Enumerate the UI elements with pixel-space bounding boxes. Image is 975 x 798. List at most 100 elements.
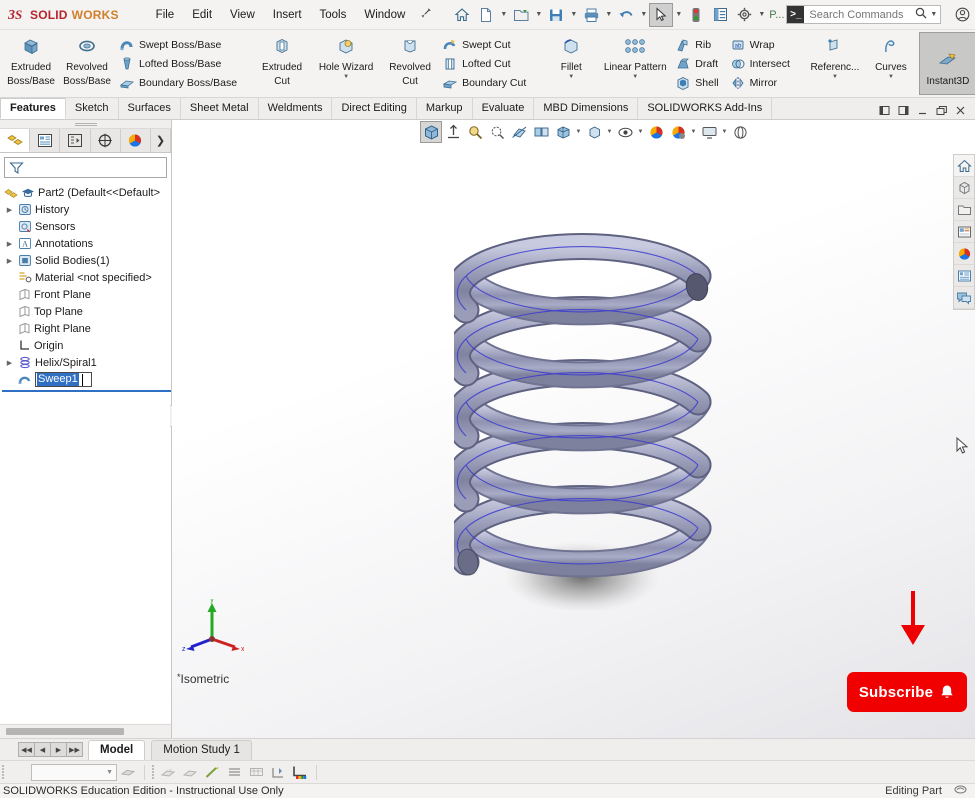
- view-orientation-icon[interactable]: [530, 121, 552, 143]
- tree-item-sweep1[interactable]: Sweep1: [2, 371, 171, 388]
- revolved-cut-button[interactable]: Revolved Cut: [382, 32, 438, 95]
- zoom-to-area-icon[interactable]: [442, 121, 464, 143]
- document-minimize-icon[interactable]: [914, 102, 931, 119]
- tree-horizontal-scrollbar[interactable]: [0, 724, 171, 738]
- measure-icon[interactable]: [267, 762, 289, 782]
- full-screen-caret-icon[interactable]: ▼: [720, 121, 729, 143]
- view-settings-icon[interactable]: [667, 121, 689, 143]
- tab-surfaces[interactable]: Surfaces: [119, 98, 181, 119]
- shell-button[interactable]: Shell: [673, 73, 723, 92]
- lofted-cut-button[interactable]: Lofted Cut: [440, 54, 531, 73]
- options-gear-icon[interactable]: [732, 3, 756, 27]
- menu-tools[interactable]: Tools: [311, 5, 356, 25]
- display-style-icon[interactable]: [552, 121, 574, 143]
- first-tab-button[interactable]: ◀◀: [18, 742, 35, 757]
- tab-direct-editing[interactable]: Direct Editing: [332, 98, 417, 119]
- graphics-viewport[interactable]: ▼ ▼ ▼ ▼ ▼ y x z *Isometric Subscribe: [172, 120, 975, 738]
- lofted-boss-base-button[interactable]: Lofted Boss/Base: [117, 54, 242, 73]
- more-tabs-chevron-right-icon[interactable]: ❯: [151, 129, 172, 152]
- edit-color-icon[interactable]: [201, 762, 223, 782]
- search-command-icon[interactable]: >_: [787, 6, 805, 23]
- quick-access-overflow[interactable]: P...: [767, 9, 786, 21]
- home-icon[interactable]: [450, 3, 474, 27]
- open-document-icon[interactable]: [509, 3, 533, 27]
- tab-solidworks-add-ins[interactable]: SOLIDWORKS Add-Ins: [638, 98, 773, 119]
- zoom-to-fit-icon[interactable]: [420, 121, 442, 143]
- hole-wizard-button[interactable]: Hole Wizard ▼: [310, 32, 382, 95]
- previous-view-icon[interactable]: [486, 121, 508, 143]
- draft-button[interactable]: Draft: [673, 54, 723, 73]
- property-manager-tab[interactable]: [30, 129, 61, 152]
- tab-model[interactable]: Model: [88, 739, 146, 760]
- solidworks-forum-icon[interactable]: [954, 287, 974, 309]
- print-icon[interactable]: [579, 3, 603, 27]
- tab-markup[interactable]: Markup: [417, 98, 473, 119]
- new-document-caret-icon[interactable]: ▼: [498, 3, 509, 27]
- apply-scene-icon[interactable]: [645, 121, 667, 143]
- appearance-sphere-icon[interactable]: [729, 121, 751, 143]
- solidworks-resources-icon[interactable]: [954, 155, 974, 177]
- tree-root-part[interactable]: Part2 (Default<<Default>: [2, 184, 171, 201]
- swept-cut-button[interactable]: Swept Cut: [440, 35, 531, 54]
- magnifier-icon[interactable]: [912, 7, 930, 22]
- file-properties-icon[interactable]: [708, 3, 732, 27]
- tab-weldments[interactable]: Weldments: [259, 98, 333, 119]
- fillet-caret-icon[interactable]: ▼: [568, 74, 574, 80]
- tab-sketch[interactable]: Sketch: [66, 98, 119, 119]
- view-palette-icon[interactable]: [954, 221, 974, 243]
- tab-mbd-dimensions[interactable]: MBD Dimensions: [534, 98, 639, 119]
- rebuild-icon[interactable]: [684, 3, 708, 27]
- open-document-caret-icon[interactable]: ▼: [533, 3, 544, 27]
- tree-item-top-plane[interactable]: Top Plane: [2, 303, 171, 320]
- reference-geometry-button[interactable]: Referenc... ▼: [807, 32, 863, 95]
- search-input[interactable]: [804, 7, 913, 22]
- file-explorer-icon[interactable]: [954, 199, 974, 221]
- configuration-manager-tab[interactable]: [60, 129, 91, 152]
- tree-item-solid-bodies[interactable]: ▶ Solid Bodies(1): [2, 252, 171, 269]
- tree-item-history[interactable]: ▶ History: [2, 201, 171, 218]
- swept-boss-base-button[interactable]: Swept Boss/Base: [117, 35, 242, 54]
- hide-show-items-icon[interactable]: [583, 121, 605, 143]
- tab-sheet-metal[interactable]: Sheet Metal: [181, 98, 259, 119]
- toolbar-grip-2[interactable]: [152, 764, 155, 780]
- helical-spring-model[interactable]: [454, 210, 714, 610]
- feature-manager-tab[interactable]: [0, 129, 31, 152]
- edit-appearance-icon[interactable]: [614, 121, 636, 143]
- options-caret-icon[interactable]: ▼: [756, 3, 767, 27]
- expand-arrow-icon[interactable]: ▶: [4, 206, 15, 214]
- tab-motion-study-1[interactable]: Motion Study 1: [151, 739, 252, 760]
- undo-caret-icon[interactable]: ▼: [638, 3, 649, 27]
- design-library-icon[interactable]: [954, 177, 974, 199]
- menu-view[interactable]: View: [221, 5, 264, 25]
- display-pattern-icon[interactable]: [223, 762, 245, 782]
- section-properties-icon[interactable]: [245, 762, 267, 782]
- tab-features[interactable]: Features: [0, 98, 66, 119]
- instant3d-button[interactable]: Instant3D: [918, 32, 975, 95]
- expand-arrow-icon[interactable]: ▶: [4, 359, 15, 367]
- account-icon[interactable]: [949, 2, 975, 28]
- sweep1-rename-input[interactable]: Sweep1: [35, 372, 92, 387]
- tree-item-right-plane[interactable]: Right Plane: [2, 320, 171, 337]
- display-manager-tab[interactable]: [121, 129, 152, 152]
- section-view-icon[interactable]: [508, 121, 530, 143]
- custom-properties-icon[interactable]: [954, 265, 974, 287]
- tab-evaluate[interactable]: Evaluate: [473, 98, 535, 119]
- boundary-cut-button[interactable]: Boundary Cut: [440, 73, 531, 92]
- toolbar-grip[interactable]: [2, 764, 5, 780]
- menu-window[interactable]: Window: [355, 5, 414, 25]
- mirror-button[interactable]: Mirror: [728, 73, 795, 92]
- prev-tab-button[interactable]: ◀: [34, 742, 51, 757]
- full-screen-icon[interactable]: [698, 121, 720, 143]
- select-caret-icon[interactable]: ▼: [673, 3, 684, 27]
- menu-edit[interactable]: Edit: [183, 5, 221, 25]
- color-palette-icon[interactable]: [289, 762, 311, 782]
- revolved-boss-base-button[interactable]: Revolved Boss/Base: [59, 32, 115, 95]
- restore-right-icon[interactable]: [895, 102, 912, 119]
- appearance-icon[interactable]: [117, 762, 139, 782]
- tree-item-origin[interactable]: Origin: [2, 337, 171, 354]
- linear-pattern-caret-icon[interactable]: ▼: [632, 74, 638, 80]
- edit-material-icon[interactable]: [179, 762, 201, 782]
- dimxpert-manager-tab[interactable]: [91, 129, 121, 152]
- combo-caret-icon[interactable]: ▼: [106, 769, 113, 776]
- feature-tree-filter[interactable]: [4, 157, 167, 178]
